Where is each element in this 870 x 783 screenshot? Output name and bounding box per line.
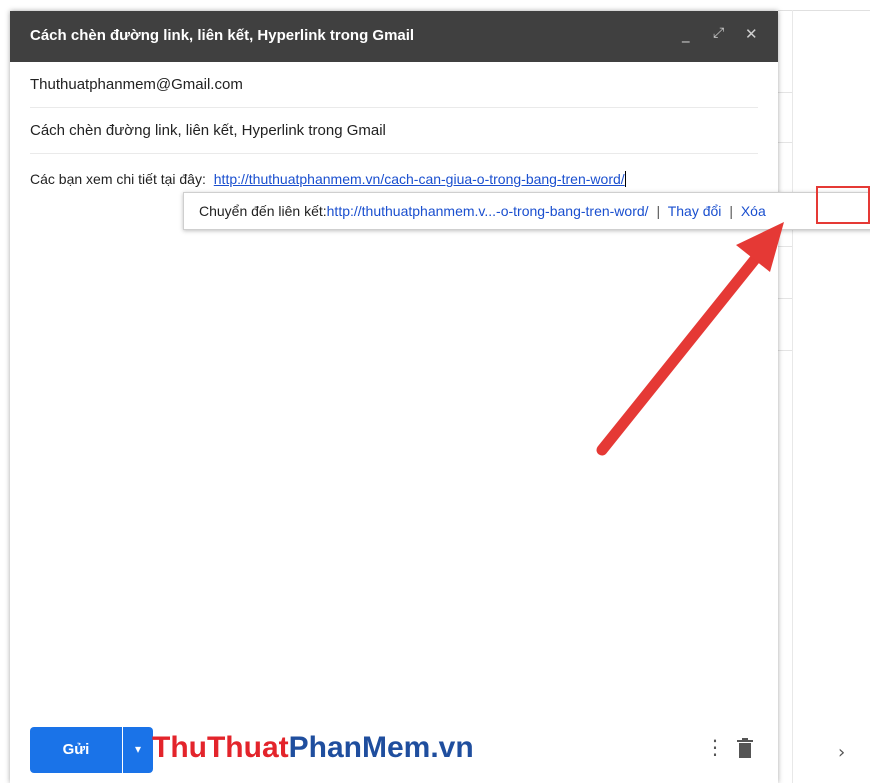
annotation-arrow (596, 222, 784, 456)
